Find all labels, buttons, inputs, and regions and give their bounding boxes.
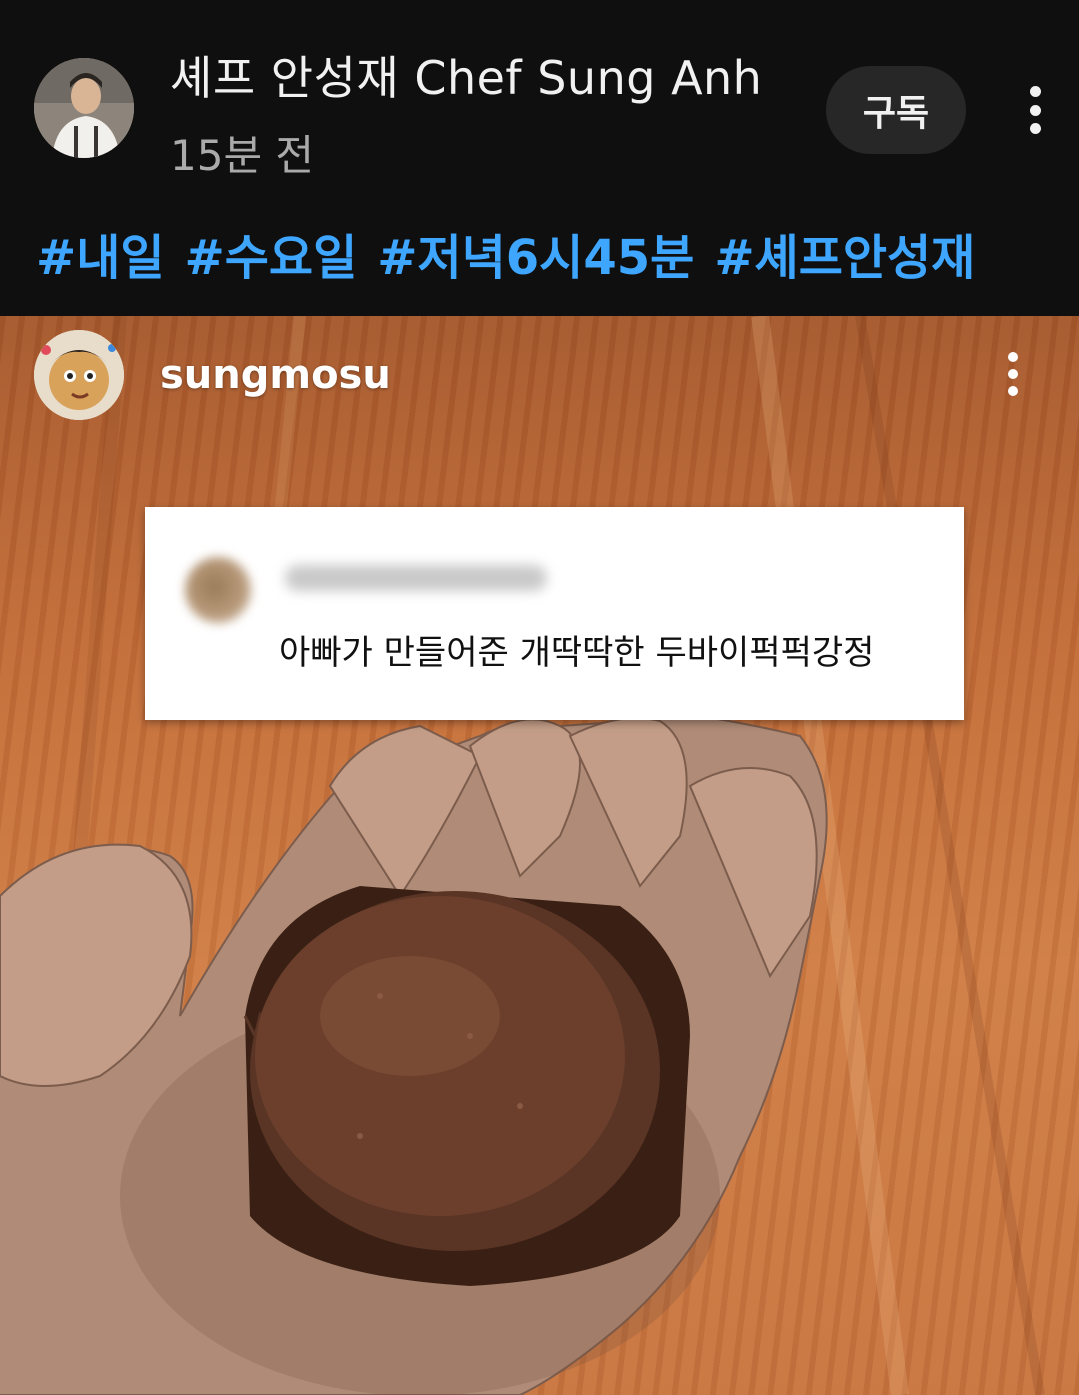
blurred-comment-meta [285, 565, 547, 591]
blurred-avatar [185, 557, 251, 623]
hashtag-list: #내일 #수요일 #저녁6시45분 #셰프안성재 [36, 218, 995, 288]
channel-avatar[interactable] [34, 58, 134, 158]
hashtag-link[interactable]: #수요일 [185, 230, 358, 286]
hashtag-link[interactable]: #셰프안성재 [714, 230, 975, 286]
cartoon-face-avatar [34, 330, 124, 420]
chef-photo [34, 58, 134, 158]
post-image[interactable]: sungmosu 아빠가 만들어준 개딱딱한 두바이퍽퍽강정 [0, 316, 1079, 1395]
comment-card: 아빠가 만들어준 개딱딱한 두바이퍽퍽강정 [145, 507, 964, 720]
subscribe-button[interactable]: 구독 [826, 66, 966, 154]
hashtag-link[interactable]: #저녁6시45분 [377, 230, 694, 286]
comment-text: 아빠가 만들어준 개딱딱한 두바이퍽퍽강정 [279, 633, 875, 673]
hand-holding-dessert-photo [0, 316, 1045, 1395]
post-header: 셰프 안성재 Chef Sung Anh 15분 전 구독 #내일 #수요일 #저녁… [0, 0, 1079, 316]
more-vert-icon[interactable] [1024, 86, 1046, 134]
channel-name[interactable]: 셰프 안성재 Chef Sung Anh [170, 42, 762, 108]
post-time: 15분 전 [170, 131, 315, 180]
hashtag-link[interactable]: #내일 [36, 230, 165, 286]
profile-avatar[interactable] [34, 330, 124, 420]
username[interactable]: sungmosu [160, 352, 391, 398]
more-vert-icon[interactable] [1003, 352, 1023, 396]
